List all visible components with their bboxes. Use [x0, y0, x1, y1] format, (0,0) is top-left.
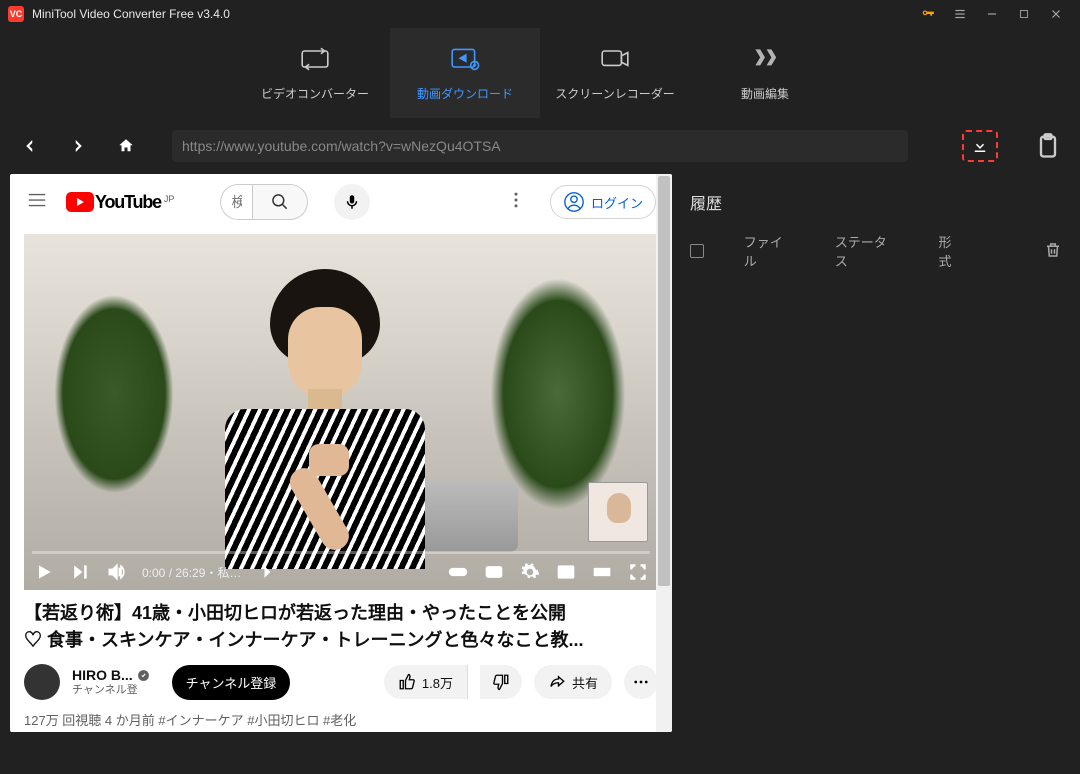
share-button[interactable]: 共有 [534, 665, 612, 699]
col-file: ファイル [744, 232, 795, 270]
main-tabs: ビデオコンバーター 動画ダウンロード スクリーンレコーダー 動画編集 [0, 28, 1080, 118]
tab-label: 動画編集 [741, 85, 789, 102]
channel-sub: チャンネル登 [72, 684, 150, 697]
youtube-text: YouTube [95, 192, 161, 213]
captions-icon[interactable] [484, 562, 504, 582]
recorder-icon [599, 45, 631, 73]
like-button[interactable]: 1.8万 [384, 665, 468, 699]
dislike-button[interactable] [480, 665, 522, 699]
miniplayer-icon[interactable] [556, 562, 576, 582]
tab-video-edit[interactable]: 動画編集 [690, 28, 840, 118]
tab-label: スクリーンレコーダー [555, 85, 674, 102]
video-views: 127万 回視聴 4 か月前 #インナーケア #小田切ヒロ #老化 [24, 710, 658, 729]
youtube-header: YouTube JP ログイン [10, 174, 672, 230]
col-format: 形式 [939, 232, 965, 270]
history-panel: 履歴 ファイル ステータス 形式 [672, 174, 1080, 774]
settings-icon[interactable] [520, 562, 540, 582]
maximize-icon[interactable] [1008, 0, 1040, 28]
close-icon[interactable] [1040, 0, 1072, 28]
user-icon [563, 191, 585, 213]
tab-label: ビデオコンバーター [261, 85, 369, 102]
player-time: 0:00 / 26:29・私… [142, 564, 241, 581]
download-tab-icon [449, 45, 481, 73]
tab-screen-recorder[interactable]: スクリーンレコーダー [540, 28, 690, 118]
clipboard-icon[interactable] [1034, 132, 1062, 160]
mic-icon[interactable] [334, 184, 370, 220]
autoplay-toggle-icon[interactable] [448, 562, 468, 582]
video-meta: HIRO B... チャンネル登 チャンネル登録 1.8万 共有 [24, 664, 658, 700]
home-icon[interactable] [114, 134, 138, 158]
channel-name[interactable]: HIRO B... [72, 667, 150, 684]
app-title: MiniTool Video Converter Free v3.4.0 [32, 7, 230, 21]
next-icon[interactable] [70, 562, 90, 582]
more-actions-button[interactable] [624, 665, 658, 699]
login-label: ログイン [591, 193, 643, 212]
tab-video-download[interactable]: 動画ダウンロード [390, 28, 540, 118]
volume-icon[interactable] [106, 562, 126, 582]
share-icon [548, 673, 566, 691]
youtube-region: JP [164, 194, 175, 204]
ellipsis-icon [632, 673, 650, 691]
channel-avatar[interactable] [24, 664, 60, 700]
video-title: 【若返り術】41歳・小田切ヒロが若返った理由・やったことを公開 ♡ 食事・スキン… [24, 600, 658, 654]
converter-icon [299, 45, 331, 73]
menu-icon[interactable] [944, 0, 976, 28]
tab-video-converter[interactable]: ビデオコンバーター [240, 28, 390, 118]
scroll-thumb[interactable] [658, 176, 670, 586]
login-button[interactable]: ログイン [550, 185, 656, 219]
minimize-icon[interactable] [976, 0, 1008, 28]
verified-icon [137, 669, 150, 682]
theater-icon[interactable] [592, 562, 612, 582]
search-button[interactable] [252, 184, 308, 220]
subscribe-button[interactable]: チャンネル登録 [172, 665, 291, 700]
picture-in-picture-icon [588, 482, 648, 542]
edit-icon [749, 45, 781, 73]
col-status: ステータス [835, 232, 899, 270]
browser-nav [0, 118, 1080, 174]
upgrade-key-icon[interactable] [912, 0, 944, 28]
youtube-logo[interactable]: YouTube JP [66, 192, 174, 213]
play-icon[interactable] [34, 562, 54, 582]
history-title: 履歴 [690, 190, 1062, 214]
url-input[interactable] [172, 130, 908, 162]
video-thumbnail [24, 234, 658, 590]
history-header: ファイル ステータス 形式 [690, 232, 1062, 270]
embedded-browser: YouTube JP ログイン [10, 174, 672, 732]
search-input[interactable] [220, 184, 252, 220]
hamburger-icon[interactable] [26, 189, 50, 216]
delete-icon[interactable] [1044, 241, 1062, 262]
thumbs-down-icon [492, 673, 510, 691]
fullscreen-icon[interactable] [628, 562, 648, 582]
youtube-play-icon [66, 192, 94, 212]
download-button[interactable] [962, 130, 998, 162]
forward-icon[interactable] [66, 134, 90, 158]
titlebar: VC MiniTool Video Converter Free v3.4.0 [0, 0, 1080, 28]
thumbs-up-icon [398, 673, 416, 691]
back-icon[interactable] [18, 134, 42, 158]
more-icon[interactable] [498, 190, 534, 215]
chevron-right-icon[interactable] [257, 562, 277, 582]
tab-label: 動画ダウンロード [417, 85, 513, 102]
select-all-checkbox[interactable] [690, 244, 704, 258]
player-controls: 0:00 / 26:29・私… [24, 554, 658, 590]
youtube-search [220, 184, 308, 220]
video-player[interactable]: 0:00 / 26:29・私… [24, 234, 658, 590]
scrollbar[interactable] [656, 174, 672, 732]
app-icon: VC [8, 6, 24, 22]
